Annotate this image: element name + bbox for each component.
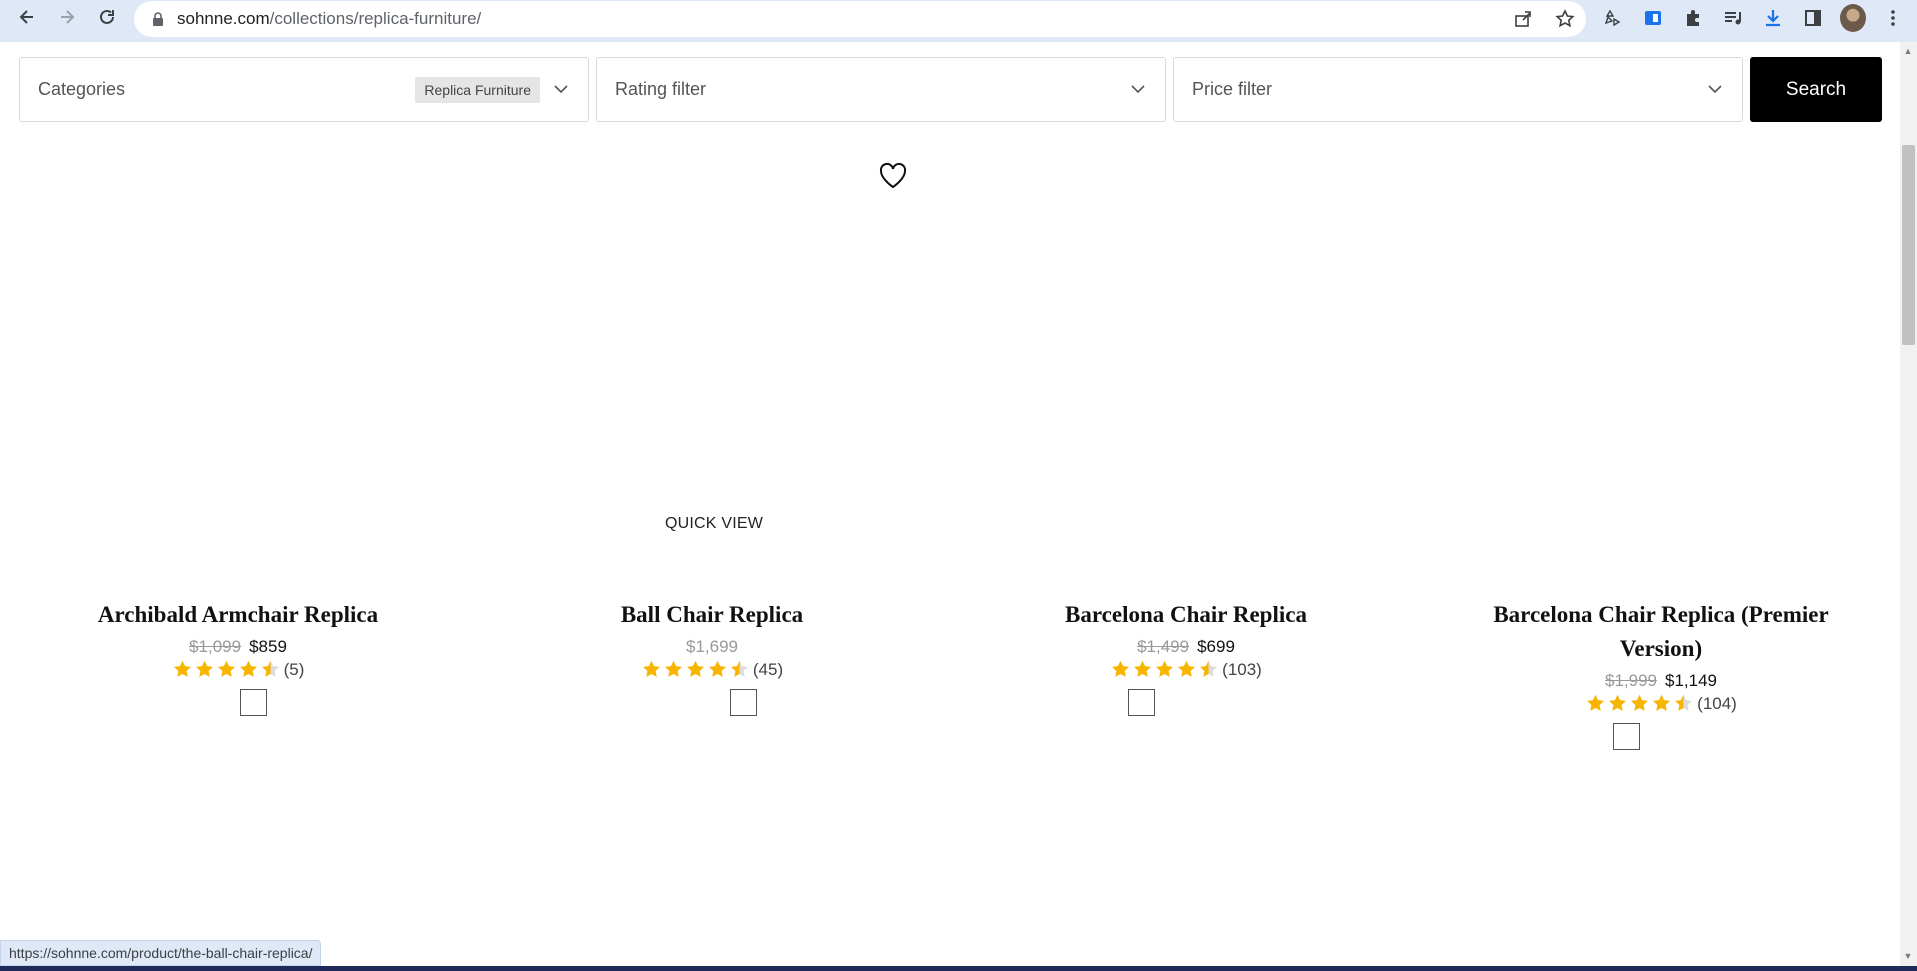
- quick-view-button[interactable]: QUICK VIEW: [665, 515, 763, 533]
- review-count: (5): [283, 659, 305, 679]
- current-price: $859: [249, 637, 287, 656]
- rating-filter-label: Rating filter: [615, 79, 707, 99]
- price-row: $1,499 $699: [1030, 637, 1342, 657]
- media-queue-icon[interactable]: [1720, 5, 1746, 31]
- chevron-down-icon: [554, 85, 568, 94]
- review-count: (103): [1222, 659, 1262, 679]
- category-tag[interactable]: Replica Furniture: [415, 77, 540, 103]
- rating-filter[interactable]: Rating filter: [596, 57, 1166, 122]
- old-price: $1,099: [189, 637, 242, 656]
- lock-icon: [153, 12, 163, 26]
- star-icon: [686, 660, 704, 677]
- compare-checkbox[interactable]: [729, 689, 757, 716]
- categories-filter[interactable]: Categories Replica Furniture: [19, 57, 589, 122]
- product-card[interactable]: Ball Chair Replica $1,699 (45): [556, 598, 868, 721]
- star-icon: [239, 660, 257, 677]
- product-title[interactable]: Archibald Armchair Replica: [78, 598, 398, 632]
- price-filter[interactable]: Price filter: [1173, 57, 1743, 122]
- star-icon: [1178, 660, 1196, 677]
- taskbar-edge: [0, 966, 1917, 971]
- compare-checkbox[interactable]: [239, 689, 267, 716]
- product-card[interactable]: Barcelona Chair Replica $1,499 $699 (103): [1030, 598, 1342, 721]
- star-icon: [1609, 694, 1627, 711]
- star-icon: [642, 660, 660, 677]
- star-icon: [1200, 660, 1218, 677]
- extensions-puzzle-icon[interactable]: [1680, 5, 1706, 31]
- status-url: https://sohnne.com/product/the-ball-chai…: [0, 940, 322, 966]
- profile-avatar[interactable]: [1840, 4, 1866, 32]
- forward-icon[interactable]: [53, 3, 81, 31]
- star-icon: [730, 660, 748, 677]
- chevron-down-icon: [1708, 85, 1722, 94]
- search-button[interactable]: Search: [1750, 57, 1882, 122]
- star-icon: [261, 660, 279, 677]
- star-icon: [1653, 694, 1671, 711]
- url-text: sohnne.com/collections/replica-furniture…: [177, 9, 482, 28]
- price-filter-label: Price filter: [1192, 79, 1273, 99]
- star-icon: [217, 660, 235, 677]
- star-rating: [172, 659, 281, 680]
- compare-checkbox[interactable]: [1127, 689, 1155, 716]
- current-price: $699: [1197, 637, 1235, 656]
- recycle-extension-icon[interactable]: [1600, 5, 1626, 31]
- back-icon[interactable]: [13, 3, 41, 31]
- review-count: (45): [752, 659, 784, 679]
- reload-icon[interactable]: [93, 3, 121, 31]
- star-icon: [1134, 660, 1152, 677]
- side-panel-icon[interactable]: [1800, 5, 1826, 31]
- product-title[interactable]: Barcelona Chair Replica: [1030, 598, 1342, 632]
- price-row: $1,999 $1,149: [1470, 671, 1852, 691]
- scrollbar-thumb[interactable]: [1902, 145, 1915, 345]
- filter-bar: Categories Replica Furniture Rating filt…: [19, 57, 1882, 122]
- star-icon: [708, 660, 726, 677]
- categories-label: Categories: [38, 79, 126, 99]
- bookmark-star-icon[interactable]: [1554, 8, 1576, 30]
- star-icon: [1675, 694, 1693, 711]
- old-price: $1,499: [1137, 637, 1190, 656]
- review-count: (104): [1697, 693, 1737, 713]
- browser-toolbar: sohnne.com/collections/replica-furniture…: [0, 0, 1917, 42]
- old-price: $1,999: [1605, 671, 1657, 690]
- star-icon: [664, 660, 682, 677]
- star-rating: [1585, 693, 1694, 714]
- rating-row: (104): [1470, 693, 1852, 714]
- star-icon: [1156, 660, 1174, 677]
- price-row: $1,699: [556, 637, 868, 657]
- share-icon[interactable]: [1512, 8, 1534, 30]
- price-row: $1,099 $859: [78, 637, 398, 657]
- scroll-up-icon[interactable]: ▲: [1903, 46, 1913, 56]
- rating-row: (5): [78, 659, 398, 680]
- star-rating: [1110, 659, 1219, 680]
- scroll-down-icon[interactable]: ▼: [1903, 951, 1913, 961]
- star-icon: [195, 660, 213, 677]
- star-icon: [173, 660, 191, 677]
- product-title[interactable]: Ball Chair Replica: [556, 598, 868, 632]
- star-icon: [1631, 694, 1649, 711]
- rating-row: (103): [1030, 659, 1342, 680]
- heart-icon[interactable]: [878, 161, 908, 189]
- star-icon: [1587, 694, 1605, 711]
- star-icon: [1112, 660, 1130, 677]
- rating-row: (45): [556, 659, 868, 680]
- download-icon[interactable]: [1760, 5, 1786, 31]
- product-card[interactable]: Barcelona Chair Replica (Premier Version…: [1470, 598, 1852, 755]
- compare-checkbox[interactable]: [1612, 723, 1640, 750]
- current-price: $1,149: [1665, 671, 1717, 690]
- product-card[interactable]: Archibald Armchair Replica $1,099 $859 (5…: [78, 598, 398, 721]
- address-bar[interactable]: sohnne.com/collections/replica-furniture…: [134, 1, 1586, 37]
- current-price: $1,699: [686, 637, 738, 656]
- star-rating: [641, 659, 750, 680]
- reader-extension-icon[interactable]: [1640, 5, 1666, 31]
- menu-kebab-icon[interactable]: [1880, 5, 1906, 31]
- chevron-down-icon: [1131, 85, 1145, 94]
- product-title[interactable]: Barcelona Chair Replica (Premier Version…: [1470, 598, 1852, 666]
